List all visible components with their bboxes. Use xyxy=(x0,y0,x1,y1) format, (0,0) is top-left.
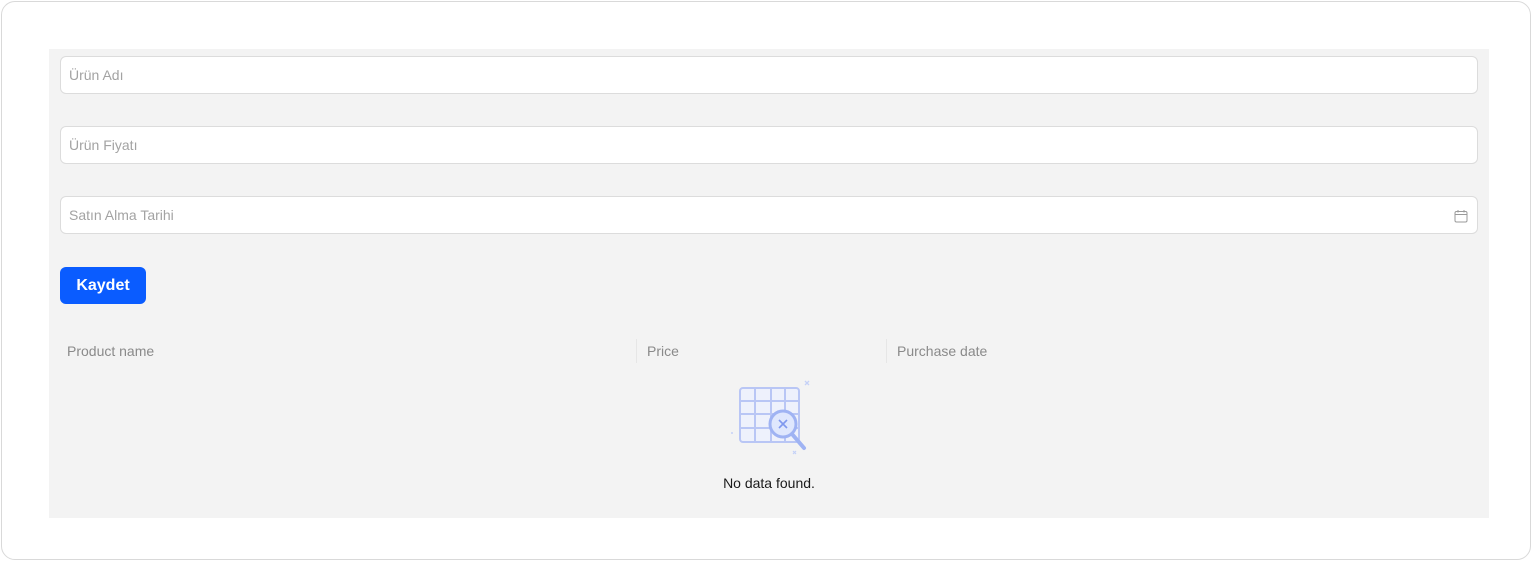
table-header: Product name Price Purchase date xyxy=(60,337,1478,365)
empty-state-message: No data found. xyxy=(723,475,815,491)
no-data-table-search-icon xyxy=(731,380,810,455)
purchase-date-field xyxy=(60,196,1478,234)
product-name-field xyxy=(60,56,1478,94)
column-header-product-name[interactable]: Product name xyxy=(67,337,154,365)
product-price-field xyxy=(60,126,1478,164)
product-price-input[interactable] xyxy=(61,127,1477,163)
column-divider xyxy=(886,339,887,363)
column-divider xyxy=(636,339,637,363)
purchase-date-input[interactable] xyxy=(61,197,1477,233)
window-frame: Kaydet Product name Price Purchase date xyxy=(1,1,1531,560)
column-header-purchase-date[interactable]: Purchase date xyxy=(897,337,987,365)
column-header-price[interactable]: Price xyxy=(647,337,679,365)
calendar-icon[interactable] xyxy=(1454,209,1468,223)
product-name-input[interactable] xyxy=(61,57,1477,93)
save-button[interactable]: Kaydet xyxy=(60,267,146,304)
content-panel: Kaydet Product name Price Purchase date xyxy=(49,49,1489,518)
